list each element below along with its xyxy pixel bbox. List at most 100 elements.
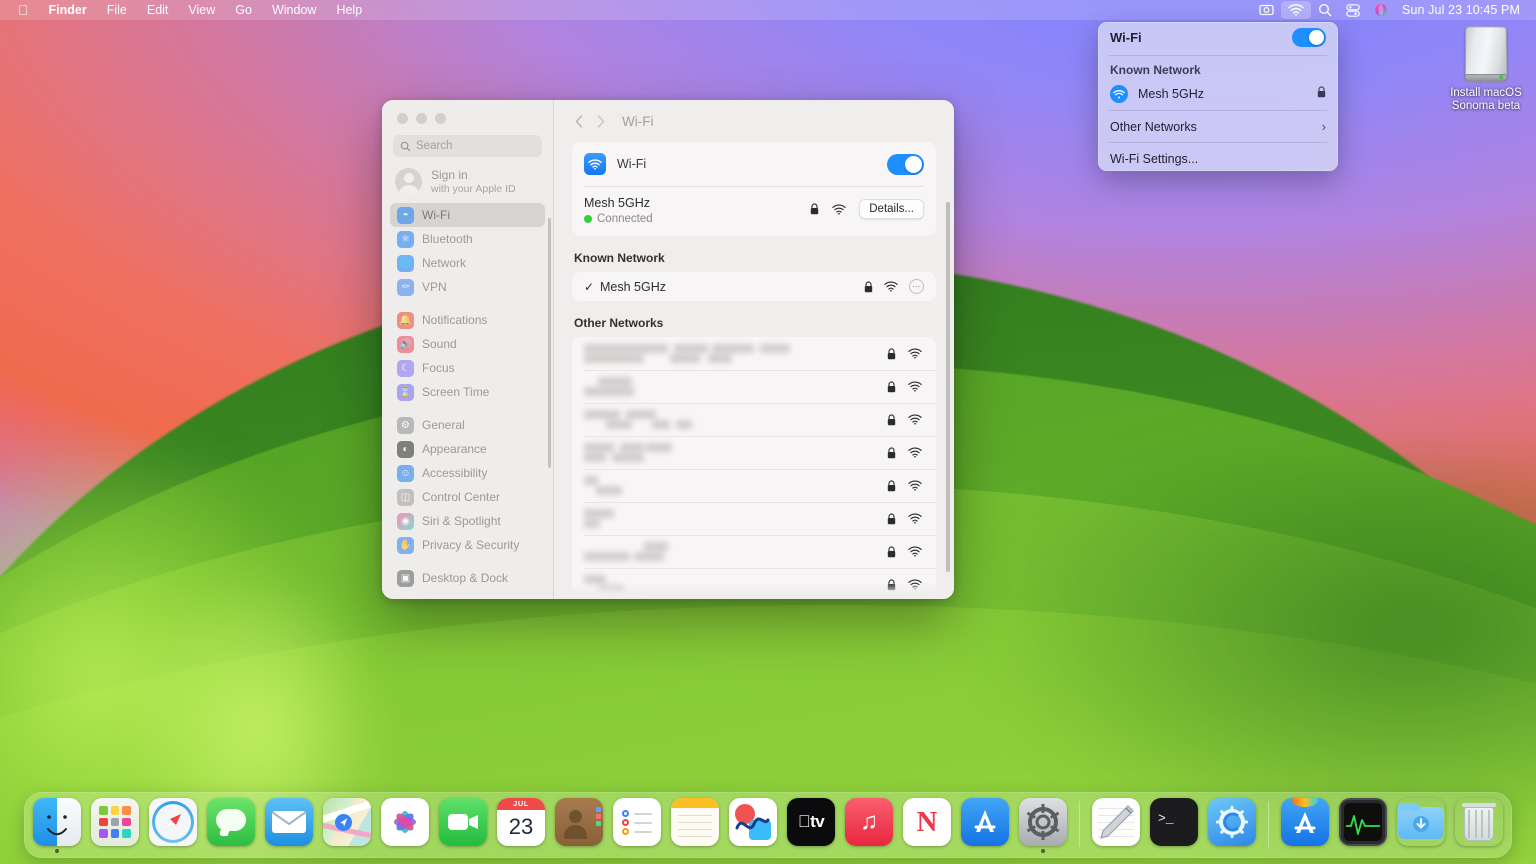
forward-button[interactable]	[591, 110, 611, 132]
menu-bar:  Finder File Edit View Go Window Help	[0, 0, 1536, 20]
spotlight-search-icon[interactable]	[1311, 0, 1339, 20]
sidebar-item-wifi[interactable]: ◓ Wi-Fi	[390, 203, 545, 227]
dock-item-cleanmymac[interactable]	[1207, 797, 1257, 853]
sidebar-item-appearance[interactable]: ◐ Appearance	[390, 437, 545, 461]
dock-item-mail[interactable]	[264, 797, 314, 853]
known-network-name: Mesh 5GHz	[600, 279, 666, 294]
other-network-row[interactable]	[572, 436, 936, 469]
sidebar-item-vpn[interactable]: ⚰ VPN	[390, 275, 545, 299]
network-name-redacted	[584, 541, 887, 562]
menu-item-window[interactable]: Window	[262, 0, 326, 20]
wifi-menu-settings[interactable]: Wi-Fi Settings...	[1098, 146, 1338, 171]
other-networks-list	[572, 337, 936, 599]
apple-id-sign-in[interactable]: Sign in with your Apple ID	[382, 157, 553, 203]
dock-item-freeform[interactable]	[728, 797, 778, 853]
other-network-row[interactable]	[572, 502, 936, 535]
other-network-row[interactable]	[572, 535, 936, 568]
sidebar-scrollbar[interactable]	[548, 218, 551, 468]
dock-item-activity-monitor[interactable]	[1338, 797, 1388, 853]
dock-item-appletv[interactable]: tv	[786, 797, 836, 853]
sidebar-item-label: Privacy & Security	[422, 538, 520, 552]
sidebar-item-privacy-security[interactable]: ✋ Privacy & Security	[390, 533, 545, 557]
apple-menu-icon[interactable]: 	[6, 1, 39, 19]
other-network-row[interactable]	[572, 469, 936, 502]
screen-mirroring-icon[interactable]	[1252, 0, 1281, 20]
dock-item-contacts[interactable]	[554, 797, 604, 853]
sidebar-item-notifications[interactable]: 🔔 Notifications	[390, 308, 545, 332]
dock-item-photos[interactable]	[380, 797, 430, 853]
dock-running-indicator	[809, 849, 813, 853]
dock-item-testflight[interactable]	[1280, 797, 1330, 853]
wifi-icon	[1110, 85, 1128, 103]
sidebar-item-sound[interactable]: 🔊 Sound	[390, 332, 545, 356]
wifi-toggle[interactable]	[887, 153, 924, 175]
menu-item-file[interactable]: File	[97, 0, 137, 20]
menu-item-help[interactable]: Help	[326, 0, 372, 20]
dock-running-indicator	[1419, 849, 1423, 853]
dock-item-terminal[interactable]: >_	[1149, 797, 1199, 853]
wifi-menu-toggle[interactable]	[1292, 27, 1326, 47]
notifications-icon: 🔔	[397, 311, 414, 329]
menu-item-finder[interactable]: Finder	[39, 0, 97, 20]
control-center-icon: ◫	[397, 488, 414, 506]
other-network-row[interactable]	[572, 403, 936, 436]
sidebar-item-accessibility[interactable]: ☺ Accessibility	[390, 461, 545, 485]
details-button[interactable]: Details...	[859, 199, 924, 219]
screen-time-icon: ⌛	[397, 383, 414, 401]
external-drive-icon	[1459, 25, 1514, 85]
sidebar-item-bluetooth[interactable]: ⚛ Bluetooth	[390, 227, 545, 251]
main-scrollbar[interactable]	[946, 202, 950, 572]
status-dot	[584, 215, 592, 223]
wifi-card: Wi-Fi Mesh 5GHz Connected Details...	[572, 142, 936, 236]
dock-item-trash[interactable]	[1454, 797, 1504, 853]
desktop-icon-install-macos[interactable]: Install macOS Sonoma beta	[1438, 24, 1534, 113]
dock-item-calendar[interactable]: JUL 23	[496, 797, 546, 853]
dock-item-news[interactable]: N	[902, 797, 952, 853]
sidebar-item-siri-spotlight[interactable]: ◉ Siri & Spotlight	[390, 509, 545, 533]
wifi-icon[interactable]	[1281, 1, 1312, 19]
minimize-button[interactable]	[416, 113, 427, 124]
dock-running-indicator	[55, 849, 59, 853]
sidebar-group-desktop: ▣ Desktop & Dock	[390, 566, 545, 590]
known-network-section-title: Known Network	[574, 251, 665, 265]
more-options-icon[interactable]: ⋯	[909, 279, 924, 294]
dock-item-appstore[interactable]	[960, 797, 1010, 853]
general-icon: ⚙	[397, 416, 414, 434]
sidebar-item-general[interactable]: ⚙ General	[390, 413, 545, 437]
menu-bar-clock[interactable]: Sun Jul 23 10:45 PM	[1395, 3, 1520, 17]
dock-item-downloads-folder[interactable]	[1396, 797, 1446, 853]
other-network-row[interactable]	[572, 337, 936, 370]
dock-item-textedit[interactable]	[1091, 797, 1141, 853]
dock-item-finder[interactable]	[32, 797, 82, 853]
close-button[interactable]	[397, 113, 408, 124]
siri-icon[interactable]	[1367, 0, 1395, 20]
known-network-row[interactable]: ✓ Mesh 5GHz ⋯	[572, 272, 936, 301]
dock-item-launchpad[interactable]	[90, 797, 140, 853]
wifi-menu-known-network[interactable]: Mesh 5GHz	[1098, 81, 1338, 107]
dock-item-safari[interactable]	[148, 797, 198, 853]
menu-item-view[interactable]: View	[178, 0, 225, 20]
desktop-screen:  Finder File Edit View Go Window Help	[0, 0, 1536, 864]
sidebar-item-network[interactable]: 🌐 Network	[390, 251, 545, 275]
wifi-menu-other-networks[interactable]: Other Networks ›	[1098, 114, 1338, 139]
dock-item-maps[interactable]	[322, 797, 372, 853]
sidebar-item-control-center[interactable]: ◫ Control Center	[390, 485, 545, 509]
dock-item-messages[interactable]	[206, 797, 256, 853]
sidebar-item-screen-time[interactable]: ⌛ Screen Time	[390, 380, 545, 404]
wifi-menu-dropdown: Wi-Fi Known Network Mesh 5GHz Other Netw…	[1098, 22, 1338, 171]
maximize-button[interactable]	[435, 113, 446, 124]
control-center-icon[interactable]	[1339, 0, 1367, 20]
dock-item-music[interactable]: ♫	[844, 797, 894, 853]
search-input[interactable]: Search	[393, 135, 542, 157]
sidebar-item-focus[interactable]: ☾ Focus	[390, 356, 545, 380]
menu-item-edit[interactable]: Edit	[137, 0, 179, 20]
other-network-row[interactable]	[572, 370, 936, 403]
dock-item-notes[interactable]	[670, 797, 720, 853]
dock-item-reminders[interactable]	[612, 797, 662, 853]
desktop-dock-icon: ▣	[397, 569, 414, 587]
back-button[interactable]	[569, 110, 589, 132]
dock-item-system-settings[interactable]	[1018, 797, 1068, 853]
menu-item-go[interactable]: Go	[225, 0, 262, 20]
sidebar-item-desktop-dock[interactable]: ▣ Desktop & Dock	[390, 566, 545, 590]
dock-item-facetime[interactable]	[438, 797, 488, 853]
